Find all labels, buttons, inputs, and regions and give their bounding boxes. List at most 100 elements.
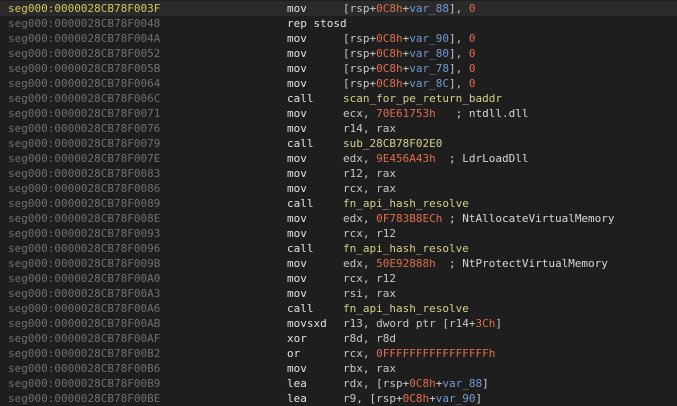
listing-line[interactable]: seg000:0000028CB78F00A0 mov rcx, r12 [0, 271, 677, 286]
symbol-reference[interactable]: fn_api_hash_resolve [343, 197, 469, 210]
instruction-mnemonic: mov [287, 272, 307, 285]
stack-variable[interactable]: var_78 [409, 62, 449, 75]
address-label[interactable]: seg000:0000028CB78F006C [8, 91, 160, 106]
numeric-constant: 0C8h [402, 392, 430, 405]
register-operand: rax [376, 167, 396, 180]
listing-line[interactable]: seg000:0000028CB78F005B mov [rsp+0C8h+var_… [0, 61, 677, 76]
address-label[interactable]: seg000:0000028CB78F004A [8, 31, 160, 46]
operand-punctuation: , [ [362, 377, 383, 390]
listing-line[interactable]: seg000:0000028CB78F008E mov edx, 0F783B8EC… [0, 211, 677, 226]
selected-listing-line[interactable]: seg000:0000028CB78F003F mov [rsp+0C8h+var_… [0, 1, 677, 16]
instruction-mnemonic: call [287, 242, 314, 255]
address-label[interactable]: seg000:0000028CB78F0086 [8, 181, 160, 196]
address-label[interactable]: seg000:0000028CB78F0083 [8, 166, 160, 181]
stack-variable[interactable]: var_88 [409, 2, 449, 15]
instruction-mnemonic: movsxd [287, 317, 327, 330]
listing-line[interactable]: seg000:0000028CB78F006C call scan_for_pe_r… [0, 91, 677, 106]
instruction-mnemonic: mov [287, 47, 307, 60]
address-label[interactable]: seg000:0000028CB78F00B2 [8, 346, 160, 361]
listing-line[interactable]: seg000:0000028CB78F00B9 lea rdx, [rsp+0C8h… [0, 376, 677, 391]
address-label[interactable]: seg000:0000028CB78F00B6 [8, 361, 160, 376]
instruction-operands: r9, [rsp+0C8h+var_90] [343, 391, 482, 406]
listing-line[interactable]: seg000:0000028CB78F00A3 mov rsi, rax [0, 286, 677, 301]
instruction-mnemonic: mov [287, 32, 307, 45]
instruction-mnemonic: mov [287, 167, 307, 180]
operand-punctuation: ] [495, 317, 502, 330]
address-label[interactable]: seg000:0000028CB78F0052 [8, 46, 160, 61]
listing-line[interactable]: seg000:0000028CB78F007E mov edx, 9E456A43h… [0, 151, 677, 166]
stack-variable[interactable]: var_8C [409, 77, 449, 90]
instruction-mnemonic: mov [287, 107, 307, 120]
stack-variable[interactable]: var_90 [436, 392, 476, 405]
register-operand: rsp [349, 47, 370, 60]
register-operand: rdx [343, 377, 363, 390]
address-label[interactable]: seg000:0000028CB78F00AF [8, 331, 160, 346]
register-operand: r12 [343, 167, 363, 180]
address-label[interactable]: seg000:0000028CB78F0093 [8, 226, 160, 241]
listing-line[interactable]: seg000:0000028CB78F00B6 mov rbx, rax [0, 361, 677, 376]
listing-line[interactable]: seg000:0000028CB78F0086 mov rcx, rax [0, 181, 677, 196]
instruction-operands: ecx, 70E61753h ; ntdll.dll [343, 106, 528, 121]
listing-line[interactable]: seg000:0000028CB78F0076 mov r14, rax [0, 121, 677, 136]
address-label[interactable]: seg000:0000028CB78F003F [8, 1, 160, 16]
operand-punctuation: ] [482, 377, 489, 390]
listing-line[interactable]: seg000:0000028CB78F009B mov edx, 50E92888h… [0, 256, 677, 271]
operand-punctuation: [ [343, 62, 350, 75]
listing-line[interactable]: seg000:0000028CB78F0064 mov [rsp+0C8h+var_… [0, 76, 677, 91]
instruction-mnemonic: mov [287, 257, 307, 270]
address-label[interactable]: seg000:0000028CB78F0048 [8, 16, 160, 31]
address-label[interactable]: seg000:0000028CB78F00A6 [8, 301, 160, 316]
address-label[interactable]: seg000:0000028CB78F009B [8, 256, 160, 271]
operand-punctuation: [ [343, 77, 350, 90]
register-operand: rsp [349, 2, 370, 15]
symbol-reference[interactable]: scan_for_pe_return_baddr [343, 92, 502, 105]
listing-line[interactable]: seg000:0000028CB78F004A mov [rsp+0C8h+var_… [0, 31, 677, 46]
listing-line[interactable]: seg000:0000028CB78F00AB movsxd r13, dword … [0, 316, 677, 331]
address-label[interactable]: seg000:0000028CB78F0096 [8, 241, 160, 256]
address-label[interactable]: seg000:0000028CB78F005B [8, 61, 160, 76]
operand-punctuation: , [362, 362, 377, 375]
numeric-constant: 0C8h [376, 62, 403, 75]
instruction-mnemonic: mov [287, 2, 307, 15]
address-label[interactable]: seg000:0000028CB78F00A0 [8, 271, 160, 286]
instruction-mnemonic: mov [287, 212, 307, 225]
address-label[interactable]: seg000:0000028CB78F0089 [8, 196, 160, 211]
symbol-reference[interactable]: fn_api_hash_resolve [343, 302, 469, 315]
instruction-operands: edx, 50E92888h ; NtProtectVirtualMemory [343, 256, 608, 271]
address-label[interactable]: seg000:0000028CB78F00A3 [8, 286, 160, 301]
stack-variable[interactable]: var_90 [409, 32, 449, 45]
operand-punctuation: , [ [356, 392, 377, 405]
register-operand: rcx [343, 347, 363, 360]
listing-line[interactable]: seg000:0000028CB78F0048 rep stosd [0, 16, 677, 31]
register-operand: edx [343, 152, 363, 165]
listing-line[interactable]: seg000:0000028CB78F0096 call fn_api_hash_r… [0, 241, 677, 256]
address-label[interactable]: seg000:0000028CB78F00B9 [8, 376, 160, 391]
listing-line[interactable]: seg000:0000028CB78F0093 mov rcx, r12 [0, 226, 677, 241]
symbol-reference[interactable]: sub_28CB78F02E0 [343, 137, 442, 150]
listing-line[interactable]: seg000:0000028CB78F0079 call sub_28CB78F02… [0, 136, 677, 151]
address-label[interactable]: seg000:0000028CB78F0079 [8, 136, 160, 151]
address-label[interactable]: seg000:0000028CB78F0076 [8, 121, 160, 136]
address-label[interactable]: seg000:0000028CB78F00AB [8, 316, 160, 331]
operand-punctuation: , [362, 317, 377, 330]
symbol-reference[interactable]: fn_api_hash_resolve [343, 242, 469, 255]
address-label[interactable]: seg000:0000028CB78F0064 [8, 76, 160, 91]
listing-line[interactable]: seg000:0000028CB78F0052 mov [rsp+0C8h+var_… [0, 46, 677, 61]
instruction-mnemonic: mov [287, 62, 307, 75]
operand-punctuation: , [362, 167, 377, 180]
listing-line[interactable]: seg000:0000028CB78F00BE lea r9, [rsp+0C8h+… [0, 391, 677, 406]
stack-variable[interactable]: var_80 [409, 47, 449, 60]
numeric-constant: 0FFFFFFFFFFFFFFFFh [376, 347, 496, 360]
address-label[interactable]: seg000:0000028CB78F00BE [8, 391, 160, 406]
stack-variable[interactable]: var_88 [442, 377, 482, 390]
address-label[interactable]: seg000:0000028CB78F008E [8, 211, 160, 226]
listing-line[interactable]: seg000:0000028CB78F0083 mov r12, rax [0, 166, 677, 181]
listing-line[interactable]: seg000:0000028CB78F00B2 or rcx, 0FFFFFFFFF… [0, 346, 677, 361]
address-label[interactable]: seg000:0000028CB78F007E [8, 151, 160, 166]
listing-line[interactable]: seg000:0000028CB78F00AF xor r8d, r8d [0, 331, 677, 346]
address-label[interactable]: seg000:0000028CB78F0071 [8, 106, 160, 121]
listing-line[interactable]: seg000:0000028CB78F00A6 call fn_api_hash_r… [0, 301, 677, 316]
listing-line[interactable]: seg000:0000028CB78F0071 mov ecx, 70E61753h… [0, 106, 677, 121]
listing-line[interactable]: seg000:0000028CB78F0089 call fn_api_hash_r… [0, 196, 677, 211]
numeric-constant: 0 [468, 32, 476, 45]
